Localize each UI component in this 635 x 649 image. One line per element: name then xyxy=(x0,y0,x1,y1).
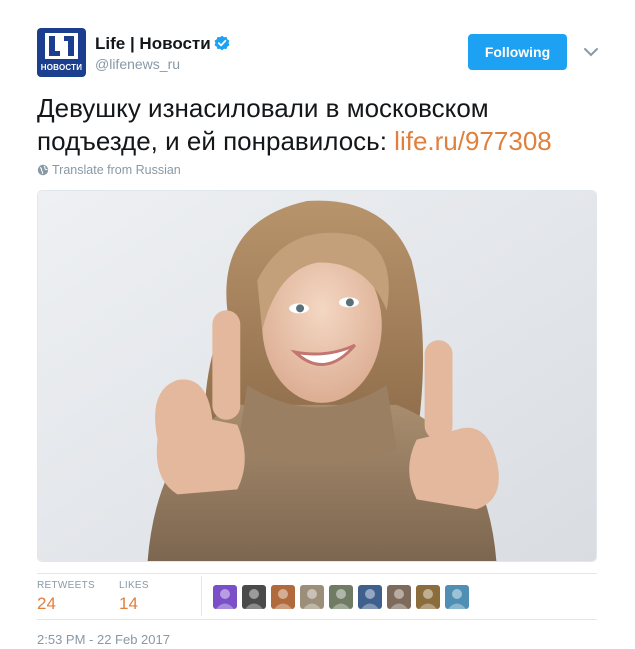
liker-avatar[interactable] xyxy=(242,585,266,609)
chevron-down-icon[interactable] xyxy=(582,43,600,61)
stats-separator xyxy=(201,576,202,616)
translate-label[interactable]: Translate from Russian xyxy=(52,163,181,177)
account-avatar[interactable]: НОВОСТИ xyxy=(37,28,86,77)
likes-label: LIKES xyxy=(119,580,149,591)
liker-avatar[interactable] xyxy=(416,585,440,609)
liker-avatar[interactable] xyxy=(213,585,237,609)
tweet-text: Девушку изнасиловали в московском подъез… xyxy=(37,92,597,158)
likes-stat[interactable]: LIKES 14 xyxy=(119,580,149,614)
retweets-count[interactable]: 24 xyxy=(37,594,95,614)
translate-link[interactable]: Translate from Russian xyxy=(37,163,181,177)
globe-icon xyxy=(37,164,49,176)
stats-divider-top xyxy=(37,573,597,574)
liker-avatar[interactable] xyxy=(358,585,382,609)
tweet-link[interactable]: life.ru/977308 xyxy=(394,126,552,156)
account-handle[interactable]: @lifenews_ru xyxy=(95,56,180,72)
liker-avatar[interactable] xyxy=(271,585,295,609)
display-name-text[interactable]: Life | Новости xyxy=(95,34,211,53)
liker-avatar[interactable] xyxy=(387,585,411,609)
tweet-photo[interactable] xyxy=(37,190,597,562)
liker-avatar[interactable] xyxy=(445,585,469,609)
following-button[interactable]: Following xyxy=(468,34,567,70)
retweets-label: RETWEETS xyxy=(37,580,95,591)
retweets-stat[interactable]: RETWEETS 24 xyxy=(37,580,95,614)
likes-count[interactable]: 14 xyxy=(119,594,149,614)
stats-divider-bottom xyxy=(37,619,597,620)
tweet-timestamp[interactable]: 2:53 PM - 22 Feb 2017 xyxy=(37,632,170,647)
verified-badge-icon xyxy=(214,35,230,51)
photo-image xyxy=(38,191,596,561)
avatar-caption: НОВОСТИ xyxy=(40,63,83,72)
liker-avatar[interactable] xyxy=(329,585,353,609)
display-name[interactable]: Life | Новости xyxy=(95,34,230,54)
liker-avatar[interactable] xyxy=(300,585,324,609)
life-logo-icon xyxy=(45,33,78,59)
